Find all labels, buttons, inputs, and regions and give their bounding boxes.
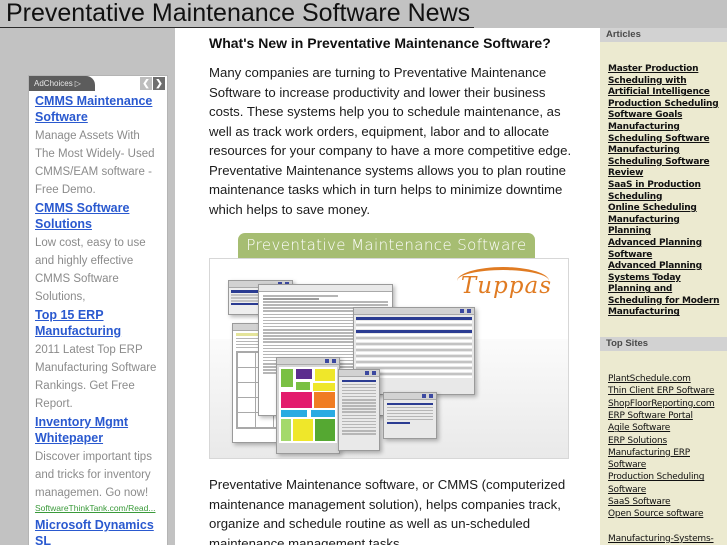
map-block [281,419,291,441]
map-block [293,419,313,441]
sidebar-article-link[interactable]: Advanced Planning Software [608,238,724,261]
sidebar-site-link[interactable]: Manufacturing ERP Software [608,447,724,472]
top-sites-section-heading: Top Sites [600,337,727,352]
ad-list: CMMS Maintenance Software Manage Assets … [29,91,167,545]
screenshot-window-warehouse-map [276,357,340,454]
sidebar-site-link[interactable]: ERP Solutions [608,435,724,447]
sidebar-site-link[interactable]: Production Scheduling Software [608,471,724,496]
sidebar-article-link[interactable]: Online Scheduling [608,203,724,215]
map-block [314,392,335,408]
ad-item: Inventory Mgmt Whitepaper Discover impor… [35,414,161,514]
article-paragraph-2: Preventative Maintenance software, or CM… [209,477,566,545]
sidebar-site-link[interactable]: ShopFloorReporting.com [608,398,724,410]
ad-item: Microsoft Dynamics SL [35,517,161,545]
ad-title-link[interactable]: Top 15 ERP Manufacturing [35,307,161,339]
ad-description: Discover important tips and tricks for i… [35,451,152,499]
promo-image: Preventative Maintenance Software Tuppas [209,233,569,459]
ad-title-link[interactable]: Microsoft Dynamics SL [35,517,161,545]
ad-description: 2011 Latest Top ERP Manufacturing Softwa… [35,344,157,410]
adchoices-label: AdChoices [34,79,73,88]
form-rows [339,377,379,439]
map-block [296,369,312,379]
site-title-bar: Preventative Maintenance Software News [0,0,727,28]
window-titlebar [354,308,474,315]
article-paragraph-1: Many companies are turning to Preventati… [209,65,572,217]
window-titlebar [259,285,392,292]
sidebar-article-link[interactable]: Master Production Scheduling with Artifi… [608,64,724,99]
screenshot-window-order-form [338,369,380,451]
sidebar-site-link[interactable]: Thin Client ERP Software [608,385,724,397]
map-block [315,369,335,381]
map-block [281,369,293,387]
sidebar-site-link[interactable]: Open Source software [608,508,724,520]
top-sites-link-list: PlantSchedule.com Thin Client ERP Softwa… [600,351,727,545]
sidebar-article-link[interactable]: Advanced Planning Systems Today [608,261,724,284]
articles-link-list: Master Production Scheduling with Artifi… [600,42,727,319]
map-block [296,382,310,390]
google-ads-unit: AdChoices ▷ ❮ ❯ CMMS Maintenance Software… [28,75,168,545]
map-block [281,392,312,408]
sidebar-article-link[interactable]: Manufacturing Scheduling Software Review [608,145,724,180]
window-titlebar [384,393,436,400]
map-block [281,410,307,417]
chevron-left-icon[interactable]: ❮ [140,77,152,90]
sidebar-site-link[interactable]: PlantSchedule.com [608,373,724,385]
sidebar-article-link[interactable]: Planning and Scheduling for Modern Manuf… [608,284,724,319]
chevron-right-icon[interactable]: ❯ [153,77,165,90]
window-titlebar [277,358,339,365]
page-title: Preventative Maintenance Software News [0,0,475,28]
play-triangle-icon: ▷ [74,79,81,88]
sidebar-site-link[interactable]: Manufacturing-Systems-Today.Com [608,533,724,545]
adchoices-button[interactable]: AdChoices ▷ [29,76,95,91]
ad-item: Top 15 ERP Manufacturing 2011 Latest Top… [35,307,161,412]
ad-title-link[interactable]: CMMS Software Solutions [35,200,161,232]
promo-screenshot-collage: Tuppas [209,258,569,459]
right-sidebar: Articles Master Production Scheduling wi… [600,28,727,545]
ad-description: Low cost, easy to use and highly effecti… [35,237,146,303]
left-column: AdChoices ▷ ❮ ❯ CMMS Maintenance Software… [0,28,175,545]
window-titlebar [339,370,379,377]
sidebar-site-link[interactable]: ERP Software Portal [608,410,724,422]
tuppas-logo: Tuppas [456,267,552,299]
ad-item: CMMS Software Solutions Low cost, easy t… [35,200,161,305]
ad-item: CMMS Maintenance Software Manage Assets … [35,93,161,198]
sidebar-article-link[interactable]: Manufacturing Planning [608,215,724,238]
map-block [311,410,335,417]
sidebar-site-link[interactable]: SaaS Software [608,496,724,508]
article-heading: What's New in Preventative Maintenance S… [209,35,551,51]
promo-banner-label: Preventative Maintenance Software [238,233,535,258]
sidebar-article-link[interactable]: SaaS in Production Scheduling [608,180,724,203]
sidebar-article-link[interactable]: Production Scheduling Software Goals [608,99,724,122]
main-content: What's New in Preventative Maintenance S… [175,28,600,545]
ad-header: AdChoices ▷ ❮ ❯ [29,76,167,91]
sidebar-site-link[interactable]: Agile Software [608,422,724,434]
warehouse-map-canvas [279,367,337,443]
ad-display-url[interactable]: SoftwareThinkTank.com/Read... [35,502,161,514]
screenshot-window-product-popup [383,392,437,439]
map-block [315,419,335,441]
ad-description: Manage Assets With The Most Widely- Used… [35,130,155,196]
ad-title-link[interactable]: Inventory Mgmt Whitepaper [35,414,161,446]
articles-section-heading: Articles [600,28,727,42]
map-block [313,383,335,391]
ad-title-link[interactable]: CMMS Maintenance Software [35,93,161,125]
sidebar-article-link[interactable]: Manufacturing Scheduling Software [608,122,724,145]
list-divider-gap [608,521,724,533]
popup-rows [384,400,436,429]
